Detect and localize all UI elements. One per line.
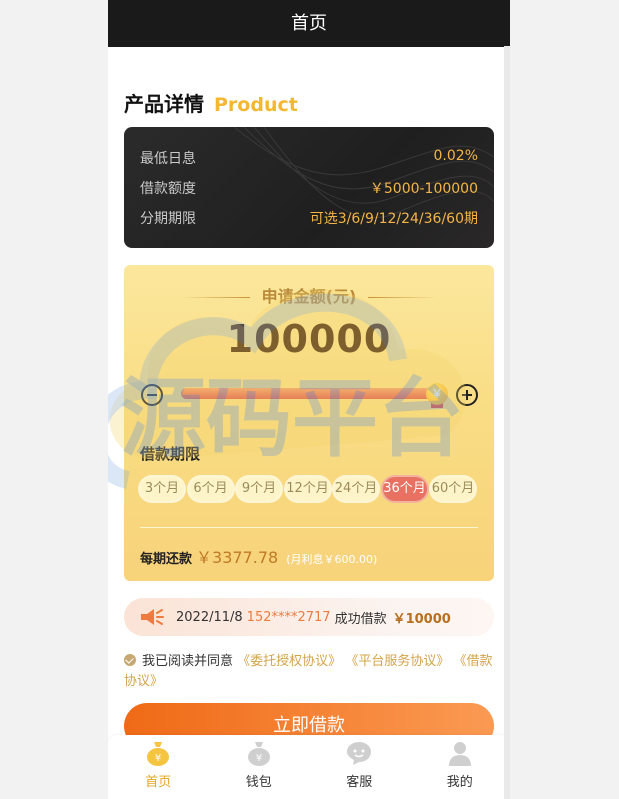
detail-row-daily-rate: 最低日息 0.02%	[140, 148, 478, 168]
navbar: 首页	[108, 0, 510, 47]
agreement-row: 我已阅读并同意 《委托授权协议》 《平台服务协议》 《借款协议》	[124, 652, 494, 692]
term-option-12[interactable]: 12个月	[285, 477, 330, 501]
tab-label: 客服	[346, 775, 373, 790]
page-title: 首页	[291, 13, 327, 34]
section-header: 产品详情 Product	[124, 88, 298, 116]
section-title-cn: 产品详情	[124, 92, 204, 116]
link-delegation-agreement[interactable]: 《委托授权协议》	[237, 654, 341, 669]
detail-value: 0.02%	[433, 148, 478, 164]
repayment-summary: 每期还款 ￥3377.78 (月利息￥600.00)	[140, 544, 377, 568]
detail-row-loan-limit: 借款额度 ￥5000-100000	[140, 178, 478, 198]
increase-button[interactable]	[456, 384, 478, 406]
term-option-9[interactable]: 9个月	[237, 477, 281, 501]
term-option-36[interactable]: 36个月	[382, 477, 427, 501]
user-icon	[448, 742, 471, 766]
term-option-6[interactable]: 6个月	[188, 477, 233, 501]
tab-label: 我的	[446, 775, 473, 790]
tab-mine[interactable]: 我的	[410, 735, 511, 799]
term-label: 借款期限	[140, 445, 201, 463]
divider	[140, 527, 478, 528]
title-line-left	[179, 297, 250, 298]
loan-notice-bar: 2022/11/8 152****2717 成功借款 ￥10000	[124, 598, 494, 636]
scrollbar[interactable]	[504, 46, 510, 799]
detail-row-installment-term: 分期期限 可选3/6/9/12/24/36/60期	[140, 208, 478, 228]
notice-action: 成功借款	[334, 611, 387, 627]
svg-text:¥: ¥	[155, 753, 161, 764]
link-platform-agreement[interactable]: 《平台服务协议》	[345, 654, 449, 669]
svg-text:¥: ¥	[256, 753, 262, 764]
term-option-60[interactable]: 60个月	[431, 477, 475, 501]
amount-slider-thumb[interactable]: ￥	[426, 383, 448, 405]
repay-interest-note: (月利息￥600.00)	[286, 553, 378, 566]
tab-label: 钱包	[245, 775, 272, 790]
detail-label: 最低日息	[140, 151, 196, 167]
phone-screen: 首页 产品详情 Product 最低日息 0.02% 借款额度 ￥5000-10…	[108, 0, 510, 799]
amount-slider-track[interactable]	[181, 388, 436, 399]
detail-value: 可选3/6/9/12/24/36/60期	[309, 211, 478, 227]
tab-wallet[interactable]: ¥ 钱包	[209, 735, 310, 799]
product-details-card: 最低日息 0.02% 借款额度 ￥5000-100000 分期期限 可选3/6/…	[124, 127, 494, 248]
term-option-24[interactable]: 24个月	[334, 477, 378, 501]
loan-apply-card: 申请金额(元) 100000 ￥ 借款期限 3个月 6个月 9个月 12个月 2…	[124, 265, 494, 581]
decrease-button[interactable]	[141, 384, 163, 406]
megaphone-icon	[141, 609, 164, 625]
tab-bar: ¥ 首页 ¥ 钱包 客服 我的	[108, 735, 510, 799]
wallet-bag-icon: ¥	[247, 742, 270, 766]
money-bag-icon: ¥	[147, 742, 170, 766]
apply-title: 申请金额(元)	[124, 283, 494, 307]
term-options: 3个月 6个月 9个月 12个月 24个月 36个月 60个月	[140, 477, 480, 501]
tab-home[interactable]: ¥ 首页	[108, 735, 209, 799]
detail-label: 分期期限	[140, 211, 196, 227]
notice-phone: 152****2717	[246, 609, 331, 625]
repay-amount: ￥3377.78	[196, 548, 279, 567]
term-option-3[interactable]: 3个月	[140, 477, 184, 501]
title-line-right	[368, 297, 439, 298]
notice-amount: ￥10000	[392, 611, 451, 627]
chat-icon	[347, 742, 372, 765]
apply-title-text: 申请金额(元)	[261, 287, 357, 306]
agree-prefix: 我已阅读并同意	[142, 654, 234, 669]
agree-checkbox[interactable]	[124, 654, 136, 666]
detail-value: ￥5000-100000	[369, 181, 478, 197]
detail-label: 借款额度	[140, 181, 196, 197]
apply-amount: 100000	[226, 317, 392, 361]
tab-service[interactable]: 客服	[309, 735, 410, 799]
section-title-en: Product	[214, 94, 298, 116]
tab-label: 首页	[145, 775, 172, 790]
notice-date: 2022/11/8	[176, 609, 243, 625]
repay-label: 每期还款	[140, 552, 193, 567]
